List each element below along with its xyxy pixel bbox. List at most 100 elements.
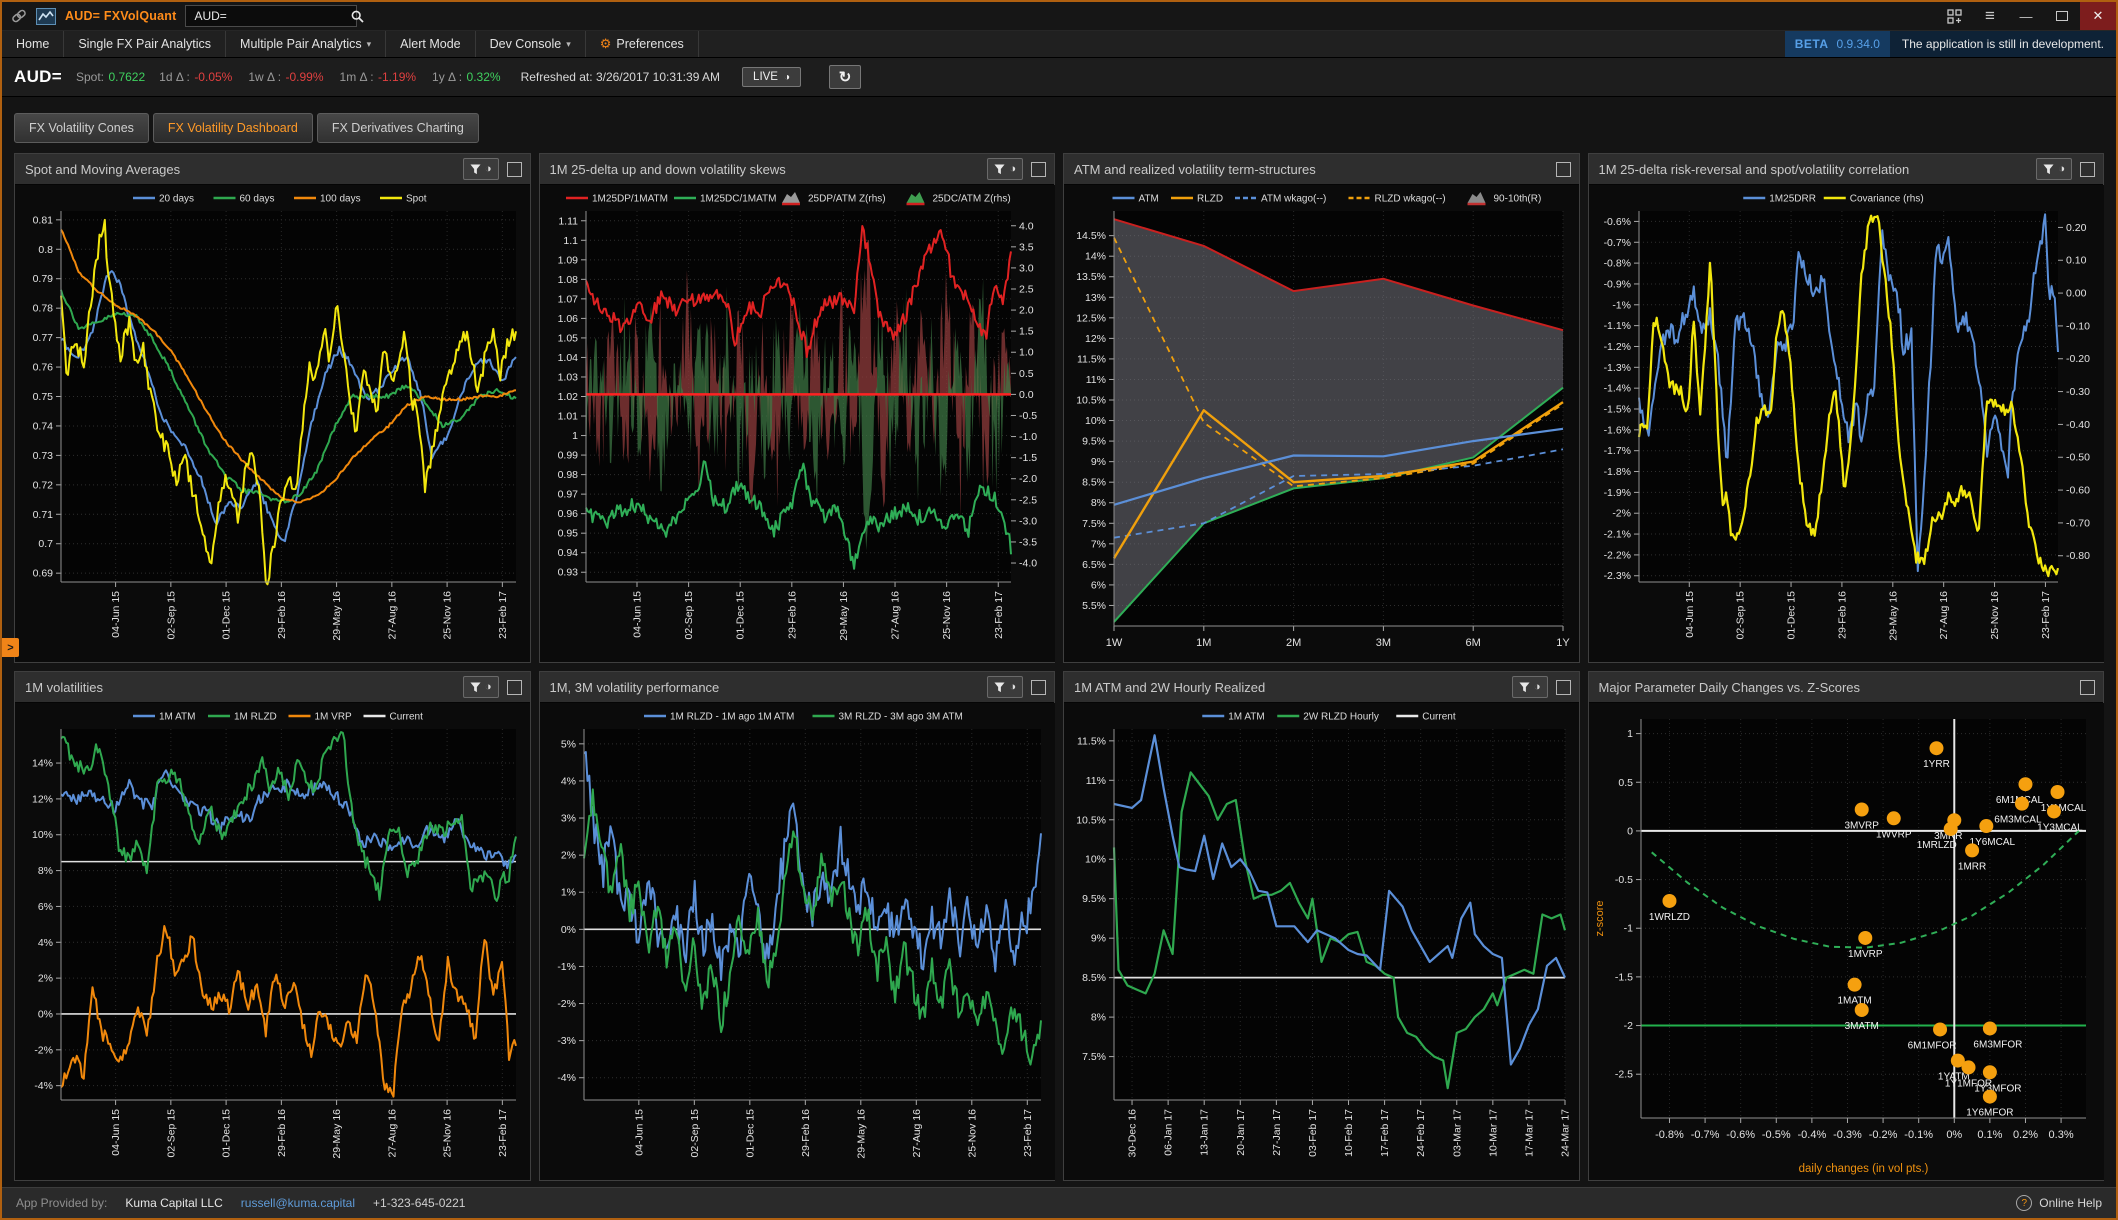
svg-text:5.5%: 5.5% [1082, 600, 1106, 612]
svg-text:0%: 0% [560, 924, 575, 936]
chart-vol-skews[interactable]: 1.111.11.091.081.071.061.051.041.031.021… [540, 185, 1055, 662]
svg-text:0.94: 0.94 [557, 547, 578, 559]
svg-text:0.93: 0.93 [557, 567, 578, 579]
svg-text:-0.8%: -0.8% [1603, 258, 1630, 270]
filter-button[interactable]: ◑ [987, 158, 1023, 180]
svg-text:1.07: 1.07 [557, 293, 578, 305]
svg-text:23-Feb 17: 23-Feb 17 [2039, 591, 2051, 639]
menu-item-single-fx-pair-analytics[interactable]: Single FX Pair Analytics [64, 31, 226, 57]
link-icon[interactable] [11, 9, 27, 23]
search-input[interactable] [192, 8, 351, 24]
filter-button[interactable]: ◑ [463, 676, 499, 698]
tab-fx-volatility-cones[interactable]: FX Volatility Cones [14, 113, 149, 143]
expand-button[interactable] [1556, 162, 1571, 177]
panel-atm-2w-hourly: 1M ATM and 2W Hourly Realized◑11.5%11%10… [1063, 671, 1580, 1181]
expand-button[interactable] [507, 680, 522, 695]
svg-text:1%: 1% [560, 887, 575, 899]
svg-text:0.71: 0.71 [33, 509, 54, 521]
svg-text:-1%: -1% [1612, 299, 1631, 311]
window-popout-icon[interactable] [1936, 2, 1972, 30]
svg-text:-1.4%: -1.4% [1603, 383, 1630, 395]
svg-text:1M25DC/1MATM: 1M25DC/1MATM [700, 194, 777, 205]
svg-text:0.5: 0.5 [1618, 777, 1633, 789]
filter-button[interactable]: ◑ [2036, 158, 2072, 180]
menu-item-preferences[interactable]: ⚙Preferences [586, 31, 699, 57]
window-minimize-icon[interactable]: — [2008, 2, 2044, 30]
menu-item-home[interactable]: Home [2, 31, 64, 57]
chart-vol-performance[interactable]: 5%4%3%2%1%0%-1%-2%-3%-4%04-Jun 1502-Sep … [540, 703, 1055, 1180]
menu-item-dev-console[interactable]: Dev Console▾ [476, 31, 586, 57]
expand-button[interactable] [1031, 162, 1046, 177]
funnel-icon [1519, 682, 1530, 693]
help-icon: ? [2016, 1195, 2032, 1211]
svg-text:-1.0: -1.0 [1019, 431, 1037, 443]
expand-button[interactable] [1031, 680, 1046, 695]
chevron-down-icon: ▾ [367, 39, 372, 50]
svg-text:3M: 3M [1376, 637, 1391, 649]
svg-text:13.5%: 13.5% [1076, 271, 1106, 283]
svg-text:7%: 7% [1091, 538, 1106, 550]
svg-text:4%: 4% [560, 775, 575, 787]
svg-text:1M ATM: 1M ATM [1228, 712, 1264, 723]
svg-text:02-Sep 15: 02-Sep 15 [688, 1109, 700, 1158]
svg-text:0.99: 0.99 [557, 450, 578, 462]
live-toggle[interactable]: LIVE◑ [742, 67, 801, 87]
svg-text:1.04: 1.04 [557, 352, 578, 364]
svg-text:29-May 16: 29-May 16 [855, 1109, 867, 1159]
search-box[interactable] [185, 5, 357, 27]
svg-text:ATM: ATM [1139, 194, 1159, 205]
svg-text:04-Jun 15: 04-Jun 15 [1683, 591, 1695, 638]
chart-1m-volatilities[interactable]: 14%12%10%8%6%4%2%0%-2%-4%04-Jun 1502-Sep… [15, 703, 530, 1180]
chart-atm-2w-hourly[interactable]: 11.5%11%10.5%10%9.5%9%8.5%8%7.5%30-Dec 1… [1064, 703, 1579, 1180]
svg-text:-0.5%: -0.5% [1761, 1129, 1790, 1141]
chart-spot-ma[interactable]: 0.810.80.790.780.770.760.750.740.730.720… [15, 185, 530, 662]
svg-text:1: 1 [572, 430, 578, 442]
svg-text:14%: 14% [32, 758, 53, 770]
svg-text:-1.8%: -1.8% [1603, 466, 1630, 478]
filter-button[interactable]: ◑ [987, 676, 1023, 698]
window-menu-icon[interactable]: ≡ [1972, 2, 2008, 30]
chart-risk-reversal-corr[interactable]: -0.6%-0.7%-0.8%-0.9%-1%-1.1%-1.2%-1.3%-1… [1589, 185, 2104, 662]
svg-text:23-Feb 17: 23-Feb 17 [497, 591, 509, 639]
svg-text:0.8: 0.8 [38, 244, 53, 256]
panel-daily-changes-zscores: Major Parameter Daily Changes vs. Z-Scor… [1588, 671, 2105, 1181]
tab-fx-volatility-dashboard[interactable]: FX Volatility Dashboard [153, 113, 313, 143]
svg-text:0.74: 0.74 [33, 420, 54, 432]
expand-button[interactable] [1556, 680, 1571, 695]
svg-text:-2%: -2% [1612, 508, 1631, 520]
funnel-icon [470, 682, 481, 693]
svg-text:0.95: 0.95 [557, 528, 578, 540]
svg-text:1W: 1W [1106, 637, 1123, 649]
app-window: AUD= FXVolQuant ≡ — ✕ HomeSingle FX [0, 0, 2118, 1220]
window-close-icon[interactable]: ✕ [2080, 2, 2116, 30]
svg-text:-1: -1 [1623, 923, 1632, 935]
svg-text:z-score: z-score [1594, 900, 1606, 936]
expand-button[interactable] [507, 162, 522, 177]
chart-term-structures[interactable]: 14.5%14%13.5%13%12.5%12%11.5%11%10.5%10%… [1064, 185, 1579, 662]
expand-button[interactable] [2080, 680, 2095, 695]
svg-text:Current: Current [1422, 712, 1456, 723]
email-link[interactable]: russell@kuma.capital [241, 1196, 355, 1210]
svg-text:25-Nov 16: 25-Nov 16 [966, 1109, 978, 1158]
svg-text:14.5%: 14.5% [1076, 230, 1106, 242]
menu-item-multiple-pair-analytics[interactable]: Multiple Pair Analytics▾ [226, 31, 386, 57]
svg-text:daily changes (in vol pts.): daily changes (in vol pts.) [1798, 1163, 1928, 1175]
filter-button[interactable]: ◑ [463, 158, 499, 180]
sidebar-expand-button[interactable]: > [2, 638, 19, 657]
svg-text:-0.30: -0.30 [2066, 386, 2090, 398]
tab-fx-derivatives-charting[interactable]: FX Derivatives Charting [317, 113, 479, 143]
chart-daily-changes-zscores[interactable]: 10.50-0.5-1-1.5-2-2.5-0.8%-0.7%-0.6%-0.5… [1589, 703, 2104, 1180]
online-help-label: Online Help [2039, 1196, 2102, 1210]
online-help-link[interactable]: ? Online Help [2016, 1195, 2116, 1211]
contrast-icon: ◑ [1009, 163, 1016, 175]
search-icon[interactable] [351, 10, 364, 23]
svg-text:-1.2%: -1.2% [1603, 341, 1630, 353]
menu-item-alert-mode[interactable]: Alert Mode [386, 31, 475, 57]
svg-text:1M RLZD: 1M RLZD [234, 712, 277, 723]
expand-button[interactable] [2080, 162, 2095, 177]
filter-button[interactable]: ◑ [1512, 676, 1548, 698]
refresh-button[interactable]: ↻ [829, 65, 861, 89]
svg-text:-2.1%: -2.1% [1603, 529, 1630, 541]
svg-text:1.08: 1.08 [557, 274, 578, 286]
window-maximize-icon[interactable] [2044, 2, 2080, 30]
